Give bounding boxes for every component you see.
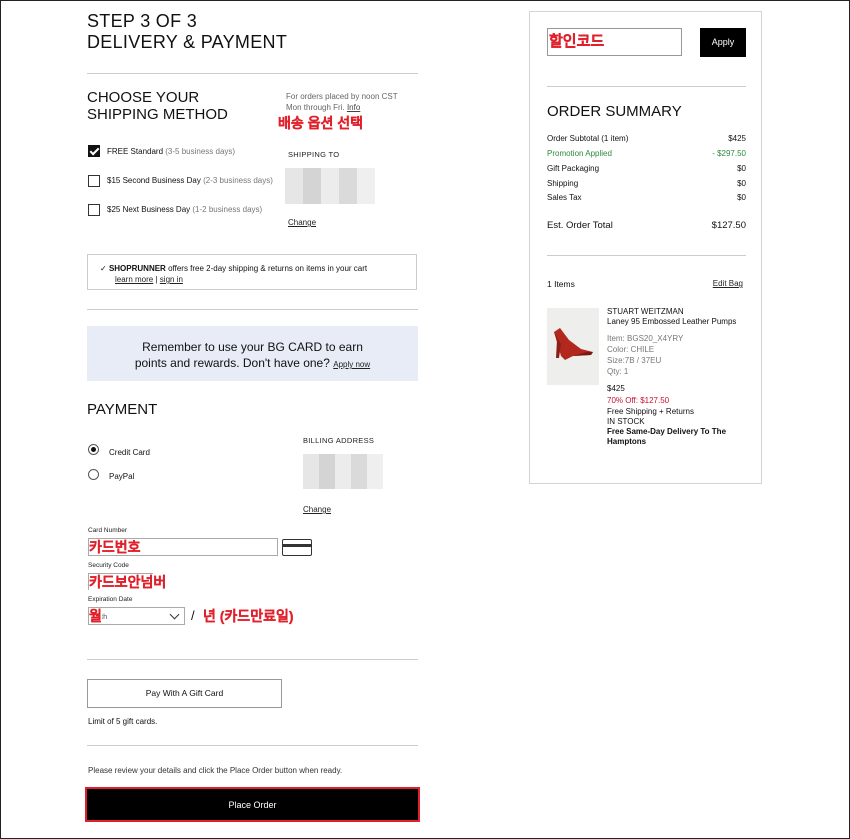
shipping-option-free[interactable]: FREE Standard (3-5 business days) — [107, 146, 235, 157]
product-delivery: Free Same-Day Delivery To The Hamptons — [607, 427, 727, 446]
shipping-heading-line1: CHOOSE YOUR — [87, 89, 200, 106]
security-code-annotation: 카드보안넘버 — [89, 574, 167, 590]
shipping-note-line1: For orders placed by noon CST — [286, 92, 398, 101]
shipping-address-redacted — [285, 168, 375, 204]
summary-shipping-label: Shipping — [547, 179, 579, 188]
product-size: Size:7B / 37EU — [607, 356, 662, 365]
divider — [547, 255, 746, 256]
shipping-heading: CHOOSE YOUR SHIPPING METHOD — [87, 89, 228, 123]
gift-card-button[interactable]: Pay With A Gift Card — [87, 679, 282, 708]
place-order-button[interactable]: Place Order — [85, 787, 420, 822]
month-annotation: 월 — [89, 608, 102, 624]
learn-more-link[interactable]: learn more — [115, 275, 153, 284]
product-color: Color: CHILE — [607, 345, 655, 354]
shipping-option-detail: (3-5 business days) — [165, 147, 236, 156]
product-price: $425 — [607, 384, 625, 393]
shipping-option-label: $15 Second Business Day — [107, 176, 201, 185]
chevron-down-icon — [169, 609, 180, 620]
review-instructions: Please review your details and click the… — [88, 766, 343, 775]
step-indicator: STEP 3 OF 3 — [87, 11, 198, 31]
expiration-month-select[interactable]: th — [88, 607, 185, 625]
shoprunner-logo-icon: ✓ — [100, 264, 107, 273]
shipping-option-next-day-checkbox[interactable] — [88, 204, 100, 216]
product-discount: 70% Off: $127.50 — [607, 396, 670, 405]
info-link[interactable]: Info — [347, 103, 360, 112]
product-brand: STUART WEITZMAN — [607, 307, 684, 316]
shipping-note: For orders placed by noon CST Mon throug… — [286, 91, 398, 113]
security-code-label: Security Code — [88, 562, 129, 569]
divider — [87, 73, 418, 74]
summary-gift-packaging-label: Gift Packaging — [547, 164, 600, 173]
shipping-option-label: FREE Standard — [107, 147, 164, 156]
date-separator: / — [191, 608, 195, 623]
red-pump-shoe-icon — [554, 328, 593, 360]
billing-address-label: BILLING ADDRESS — [303, 436, 375, 445]
edit-bag-link[interactable]: Edit Bag — [680, 279, 743, 289]
step-title: DELIVERY & PAYMENT — [87, 32, 288, 52]
product-stock: IN STOCK — [607, 417, 645, 426]
product-item-number: Item: BGS20_X4YRY — [607, 334, 684, 343]
order-summary-heading: ORDER SUMMARY — [547, 103, 682, 120]
billing-address-redacted — [303, 454, 383, 489]
bg-card-banner: Remember to use your BG CARD to earn poi… — [87, 326, 418, 381]
year-annotation: 년 (카드만료일) — [203, 608, 294, 624]
shipping-option-second-day-checkbox[interactable] — [88, 175, 100, 187]
summary-sales-tax-value: $0 — [737, 193, 746, 202]
banner-line2: points and rewards. Don't have one? — [134, 356, 330, 370]
divider — [547, 86, 746, 87]
shoprunner-box: ✓ SHOPRUNNER offers free 2-day shipping … — [87, 254, 417, 290]
summary-promotion-label: Promotion Applied — [547, 149, 612, 158]
gift-card-limit: Limit of 5 gift cards. — [88, 717, 158, 726]
summary-sales-tax-label: Sales Tax — [547, 193, 582, 202]
shipping-change-link[interactable]: Change — [288, 218, 316, 227]
shipping-annotation: 배송 옵션 선택 — [278, 115, 364, 131]
sign-in-link[interactable]: sign in — [160, 275, 183, 284]
card-number-label: Card Number — [88, 527, 128, 534]
divider — [87, 659, 418, 660]
credit-card-icon — [282, 539, 312, 556]
divider — [87, 309, 418, 310]
summary-subtotal-value: $425 — [728, 134, 746, 143]
link-separator: | — [155, 275, 158, 284]
shipping-option-detail: (1-2 business days) — [192, 205, 263, 214]
expiration-label: Expiration Date — [88, 596, 133, 603]
shipping-option-second-day[interactable]: $15 Second Business Day (2-3 business da… — [107, 175, 273, 186]
shipping-option-free-checkbox[interactable] — [88, 145, 100, 157]
banner-text: Remember to use your BG CARD to earn poi… — [87, 339, 418, 373]
product-qty: Qty: 1 — [607, 367, 629, 376]
items-count: 1 Items — [547, 279, 575, 289]
page-title: STEP 3 OF 3 DELIVERY & PAYMENT — [87, 11, 287, 53]
credit-card-label[interactable]: Credit Card — [109, 447, 150, 458]
paypal-label[interactable]: PayPal — [109, 471, 134, 482]
shipping-option-label: $25 Next Business Day — [107, 205, 191, 214]
shipping-note-line2: Mon through Fri. — [286, 103, 345, 112]
payment-heading: PAYMENT — [87, 401, 158, 418]
product-name: Laney 95 Embossed Leather Pumps — [607, 317, 737, 326]
summary-promotion-value: - $297.50 — [712, 149, 746, 158]
shipping-option-detail: (2-3 business days) — [203, 176, 273, 185]
banner-line1: Remember to use your BG CARD to earn — [142, 340, 363, 354]
apply-now-link[interactable]: Apply now — [333, 360, 370, 369]
product-image — [547, 308, 599, 385]
summary-subtotal-label: Order Subtotal (1 item) — [547, 134, 629, 143]
card-stripe — [283, 544, 311, 547]
credit-card-radio[interactable] — [88, 444, 99, 455]
shoprunner-text: offers free 2-day shipping & returns on … — [168, 264, 368, 273]
paypal-radio[interactable] — [88, 469, 99, 480]
shipping-heading-line2: SHIPPING METHOD — [87, 106, 228, 123]
shoprunner-brand: SHOPRUNNER — [108, 264, 166, 273]
summary-shipping-value: $0 — [737, 179, 746, 188]
shoprunner-line: ✓ SHOPRUNNER offers free 2-day shipping … — [100, 263, 367, 274]
divider — [87, 745, 418, 746]
summary-total-value: $127.50 — [711, 220, 746, 231]
summary-gift-packaging-value: $0 — [737, 164, 746, 173]
summary-total-label: Est. Order Total — [547, 220, 613, 231]
billing-change-link[interactable]: Change — [303, 505, 331, 514]
shipping-option-next-day[interactable]: $25 Next Business Day (1-2 business days… — [107, 204, 262, 215]
product-shipping: Free Shipping + Returns — [607, 407, 694, 416]
card-number-annotation: 카드번호 — [89, 539, 141, 555]
shipping-to-label: SHIPPING TO — [288, 150, 340, 159]
shoprunner-links: learn more | sign in — [115, 274, 183, 285]
